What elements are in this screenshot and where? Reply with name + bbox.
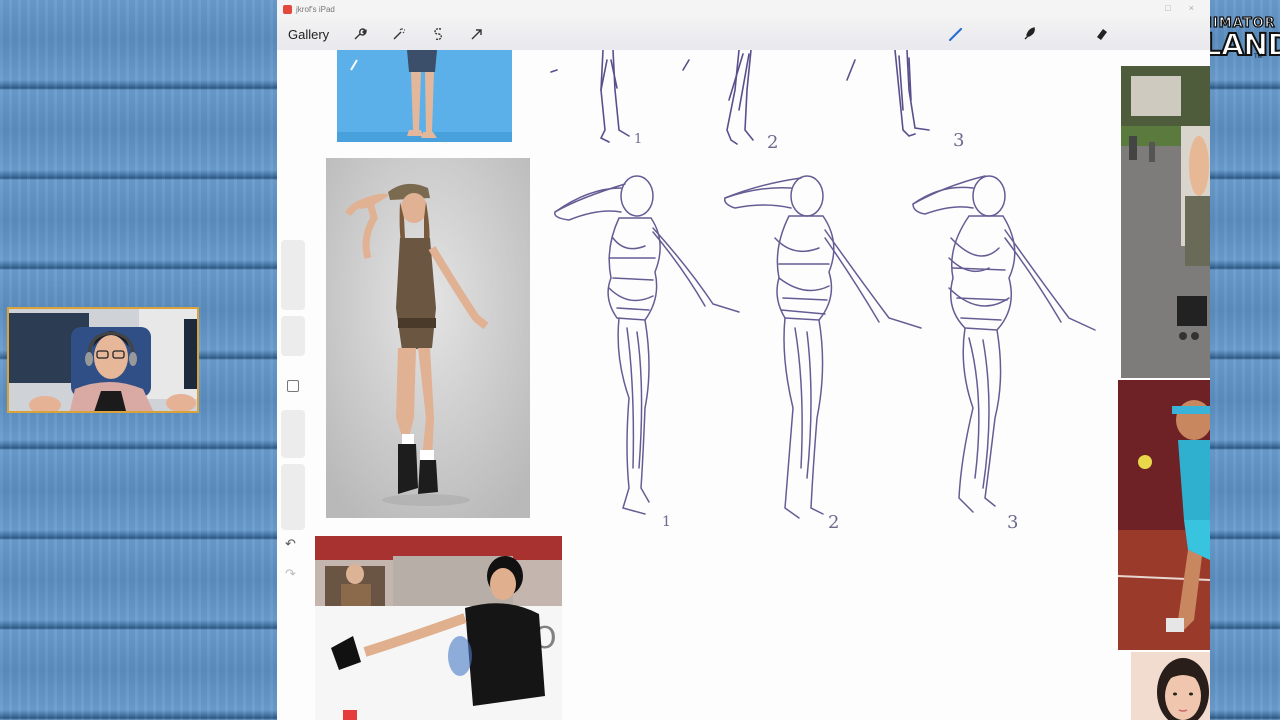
opacity-slider[interactable] [281, 410, 305, 458]
redo-button[interactable]: ↷ [285, 566, 296, 582]
reference-photo-tennis [1118, 380, 1210, 650]
brush-size-slider[interactable] [281, 240, 305, 310]
toolbar: Gallery [277, 18, 1210, 50]
procreate-window: jkrof's iPad □ × Gallery ↶ ↷ O 1 2 3 1 2… [277, 0, 1210, 720]
magic-wand-icon[interactable] [391, 26, 407, 42]
reference-photo-rollerblader [1121, 66, 1210, 378]
close-button[interactable]: × [1189, 3, 1194, 13]
drawing-canvas[interactable]: ↶ ↷ O 1 2 3 1 2 3 [277, 50, 1210, 720]
selection-icon[interactable] [430, 26, 446, 42]
sketch-number-top-3: 3 [953, 130, 965, 151]
sketch-number-main-3: 3 [1007, 512, 1019, 533]
sketch-number-main-2: 2 [828, 512, 840, 533]
sidebar: ↶ ↷ [281, 240, 305, 640]
app-icon [283, 4, 292, 14]
sketch-number-top-1: 1 [634, 132, 643, 147]
undo-button[interactable]: ↶ [285, 536, 296, 552]
logo-trademark: TM [1254, 54, 1263, 60]
reference-photo-woman-pose [326, 158, 530, 518]
smudge-icon[interactable] [1021, 26, 1037, 42]
brush-size-slider-lower[interactable] [281, 316, 305, 356]
reference-photo-legs [337, 50, 512, 142]
wrench-icon[interactable] [352, 26, 368, 42]
eraser-icon[interactable] [1094, 26, 1110, 42]
webcam-feed [7, 307, 199, 413]
modify-button[interactable] [287, 380, 299, 392]
sketch-number-main-1: 1 [662, 514, 671, 530]
window-title: jkrof's iPad [296, 4, 335, 14]
maximize-button[interactable]: □ [1165, 3, 1170, 13]
gallery-button[interactable]: Gallery [288, 27, 329, 42]
window-titlebar: jkrof's iPad □ × [277, 0, 1210, 18]
sketch-row-main [554, 175, 1096, 519]
reference-photo-skater: O [315, 536, 562, 720]
transform-arrow-icon[interactable] [469, 26, 485, 42]
reference-photo-face [1131, 652, 1210, 720]
sketch-number-top-2: 2 [767, 132, 779, 153]
brush-icon[interactable] [948, 26, 964, 42]
opacity-slider-lower[interactable] [281, 464, 305, 530]
